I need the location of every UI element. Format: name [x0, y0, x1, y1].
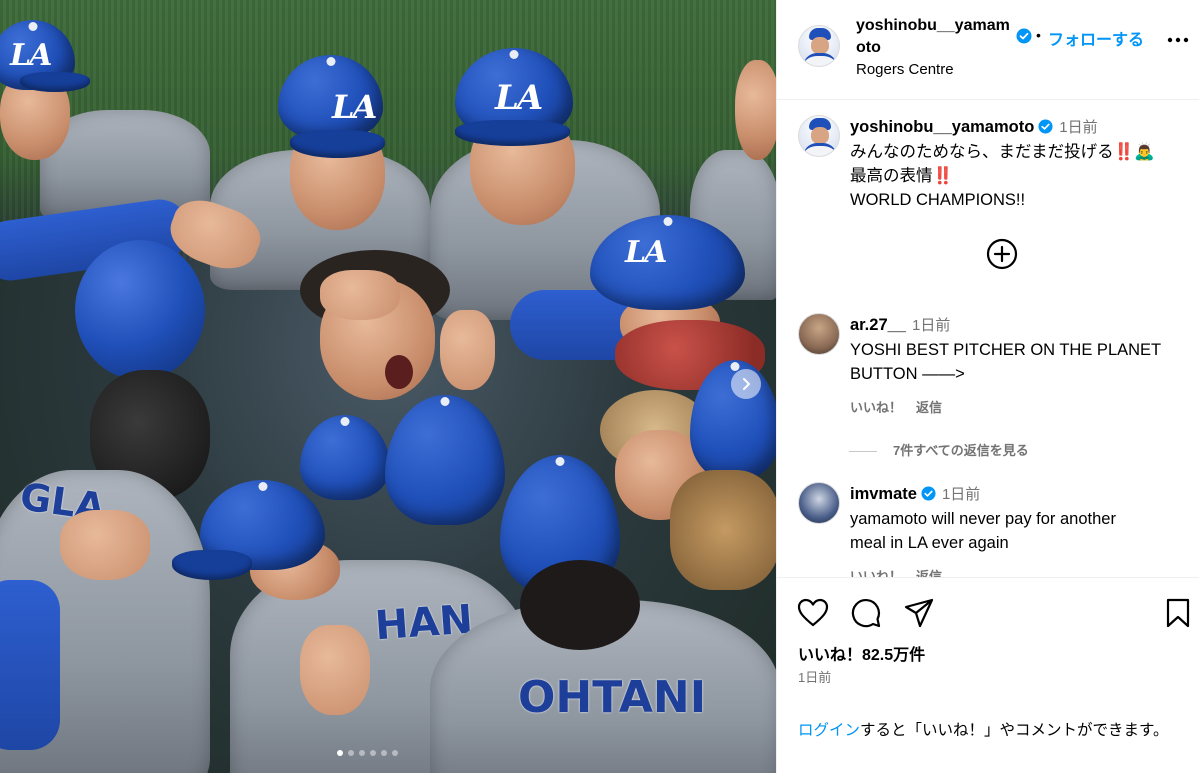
carousel-next-button[interactable]: [731, 369, 761, 399]
view-replies-label: 7件すべての返信を見る: [893, 443, 1029, 458]
post-photo[interactable]: LA LA LA LA GLA HAN OHTANI: [0, 0, 776, 773]
carousel-dot: [337, 750, 343, 756]
login-prompt-text: すると「いいね！」やコメントができます。: [860, 722, 1169, 739]
verified-badge-icon: [1016, 28, 1032, 44]
separator-dot: •: [1036, 27, 1041, 43]
comment-time[interactable]: 1日前: [912, 317, 950, 334]
post-location[interactable]: Rogers Centre: [856, 61, 954, 78]
post-header: yoshinobu__yamamoto • フォローする Rogers Cent…: [777, 0, 1199, 100]
heart-icon[interactable]: [797, 598, 829, 628]
view-replies-button[interactable]: 7件すべての返信を見る: [849, 440, 1029, 459]
author-username[interactable]: yoshinobu__yamamoto: [856, 15, 1016, 59]
login-prompt: ログインすると「いいね！」やコメントができます。: [798, 719, 1188, 742]
commenter-avatar[interactable]: [798, 482, 840, 524]
comment-username[interactable]: imvmate: [850, 485, 917, 503]
comment-text: BUTTON ——>: [850, 365, 965, 383]
caption-username[interactable]: yoshinobu__yamamoto: [850, 118, 1034, 136]
caption-time[interactable]: 1日前: [1059, 119, 1097, 136]
batting-helmet: [75, 240, 205, 380]
comments-section[interactable]: yoshinobu__yamamoto 1日前 みんなのためなら、まだまだ投げる‼…: [777, 100, 1199, 577]
comment-reply-button[interactable]: 返信: [916, 569, 942, 577]
like-count[interactable]: いいね！82.5万件: [798, 641, 925, 665]
caption-line: みんなのためなら、まだまだ投げる‼️🙇‍♂️: [850, 143, 1155, 161]
cap-cluster-1: [300, 415, 390, 500]
comment-reply-button[interactable]: 返信: [916, 400, 942, 415]
post-date[interactable]: 1日前: [798, 667, 831, 686]
carousel-dot: [392, 750, 398, 756]
replies-divider: [849, 451, 877, 453]
post-side-panel: yoshinobu__yamamoto • フォローする Rogers Cent…: [776, 0, 1199, 773]
carousel-dot: [381, 750, 387, 756]
login-link[interactable]: ログイン: [798, 722, 860, 739]
author-avatar[interactable]: [798, 25, 840, 67]
comment-time[interactable]: 1日前: [942, 486, 980, 503]
add-circle-icon[interactable]: [985, 237, 1019, 271]
carousel-dot: [348, 750, 354, 756]
carousel-dot: [359, 750, 365, 756]
share-icon[interactable]: [903, 598, 935, 628]
caption-avatar[interactable]: [798, 115, 840, 157]
chevron-right-icon: [743, 378, 750, 390]
comment-like-button[interactable]: いいね！: [850, 569, 902, 577]
carousel-dot: [370, 750, 376, 756]
verified-badge-icon: [921, 486, 936, 501]
comment-text: YOSHI BEST PITCHER ON THE PLANET: [850, 341, 1162, 359]
caption-line: 最高の表情‼️: [850, 167, 954, 185]
carousel-dots: [337, 750, 398, 756]
comment-text: meal in LA ever again: [850, 534, 1009, 552]
verified-badge-icon: [1038, 119, 1053, 134]
comment-icon[interactable]: [850, 597, 882, 629]
commenter-avatar[interactable]: [798, 313, 840, 355]
follow-button[interactable]: フォローする: [1048, 26, 1144, 50]
comment-like-button[interactable]: いいね！: [850, 400, 902, 415]
action-bar: いいね！82.5万件 1日前 ログインすると「いいね！」やコメントができます。: [777, 577, 1199, 773]
more-options-icon[interactable]: [1167, 37, 1189, 43]
comment-text: yamamoto will never pay for another: [850, 510, 1116, 528]
cap-cluster-2: [385, 395, 505, 525]
comment-username[interactable]: ar.27__: [850, 316, 906, 334]
bookmark-icon[interactable]: [1165, 598, 1191, 628]
caption-line: WORLD CHAMPIONS!!: [850, 191, 1026, 209]
